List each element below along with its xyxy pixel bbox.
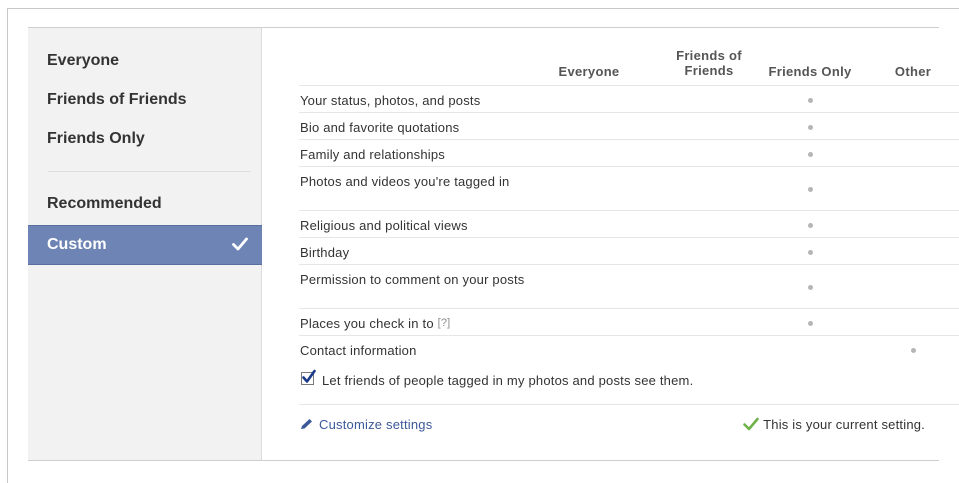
preset-friends-of-friends[interactable]: Friends of Friends [28,81,262,119]
row-label: Permission to comment on your posts [300,272,525,287]
privacy-row: Photos and videos you're tagged in [299,166,959,210]
column-header-everyone: Everyone [558,64,620,79]
row-label: Photos and videos you're tagged in [300,174,510,189]
preset-label: Recommended [47,195,162,212]
privacy-presets-sidebar: Everyone Friends of Friends Friends Only… [28,28,262,460]
row-label-text: Places you check in to [300,316,434,331]
preset-custom[interactable]: Custom [28,225,262,265]
green-check-icon [743,417,759,431]
help-link[interactable]: [?] [438,317,451,329]
tagged-friends-label: Let friends of people tagged in my photo… [322,373,694,388]
privacy-row: Bio and favorite quotations [299,112,959,139]
privacy-row: Contact information [299,335,959,363]
customize-settings-link[interactable]: Customize settings [300,417,432,432]
row-label: Birthday [300,245,350,260]
privacy-table: Everyone Friends of Friends Friends Only… [262,28,959,460]
selected-dot[interactable] [808,321,813,326]
privacy-row: Family and relationships [299,139,959,166]
selected-dot[interactable] [808,98,813,103]
selected-dot[interactable] [911,348,916,353]
preset-label: Friends of Friends [47,91,187,108]
privacy-row: Religious and political views [299,210,959,237]
row-label: Your status, photos, and posts [300,93,481,108]
row-label: Religious and political views [300,218,468,233]
current-setting-label: This is your current setting. [763,417,925,432]
column-header-friends-of-friends: Friends of Friends [676,48,742,78]
selected-dot[interactable] [808,125,813,130]
preset-recommended[interactable]: Recommended [28,185,262,223]
checkmark-icon [232,237,248,251]
privacy-settings-panel: Everyone Friends of Friends Friends Only… [28,27,959,461]
column-header-other: Other [894,64,932,79]
sidebar-divider [48,171,251,172]
preset-label: Everyone [47,52,120,69]
customize-settings-label: Customize settings [319,417,433,432]
row-label: Contact information [300,343,417,358]
selected-dot[interactable] [808,250,813,255]
selected-dot[interactable] [808,285,813,290]
tagged-friends-checkbox[interactable] [301,369,316,385]
preset-friends-only[interactable]: Friends Only [28,120,262,158]
selected-dot[interactable] [808,223,813,228]
privacy-row: Permission to comment on your posts [299,264,959,308]
column-header-friends-only: Friends Only [768,64,852,79]
current-setting-indicator: This is your current setting. [743,417,925,432]
selected-dot[interactable] [808,187,813,192]
row-label: Bio and favorite quotations [300,120,460,135]
preset-label: Friends Only [47,130,145,147]
footer-divider [299,404,959,405]
preset-label: Custom [47,236,107,253]
selected-dot[interactable] [808,152,813,157]
checkbox-check-icon [302,369,316,383]
row-label: Family and relationships [300,147,445,162]
preset-everyone[interactable]: Everyone [28,42,262,80]
privacy-row: Birthday [299,237,959,264]
privacy-row: Your status, photos, and posts [299,85,959,113]
row-label: Places you check in to [?] [300,315,525,332]
pencil-icon [301,419,312,429]
privacy-row: Places you check in to [?] [299,308,959,335]
